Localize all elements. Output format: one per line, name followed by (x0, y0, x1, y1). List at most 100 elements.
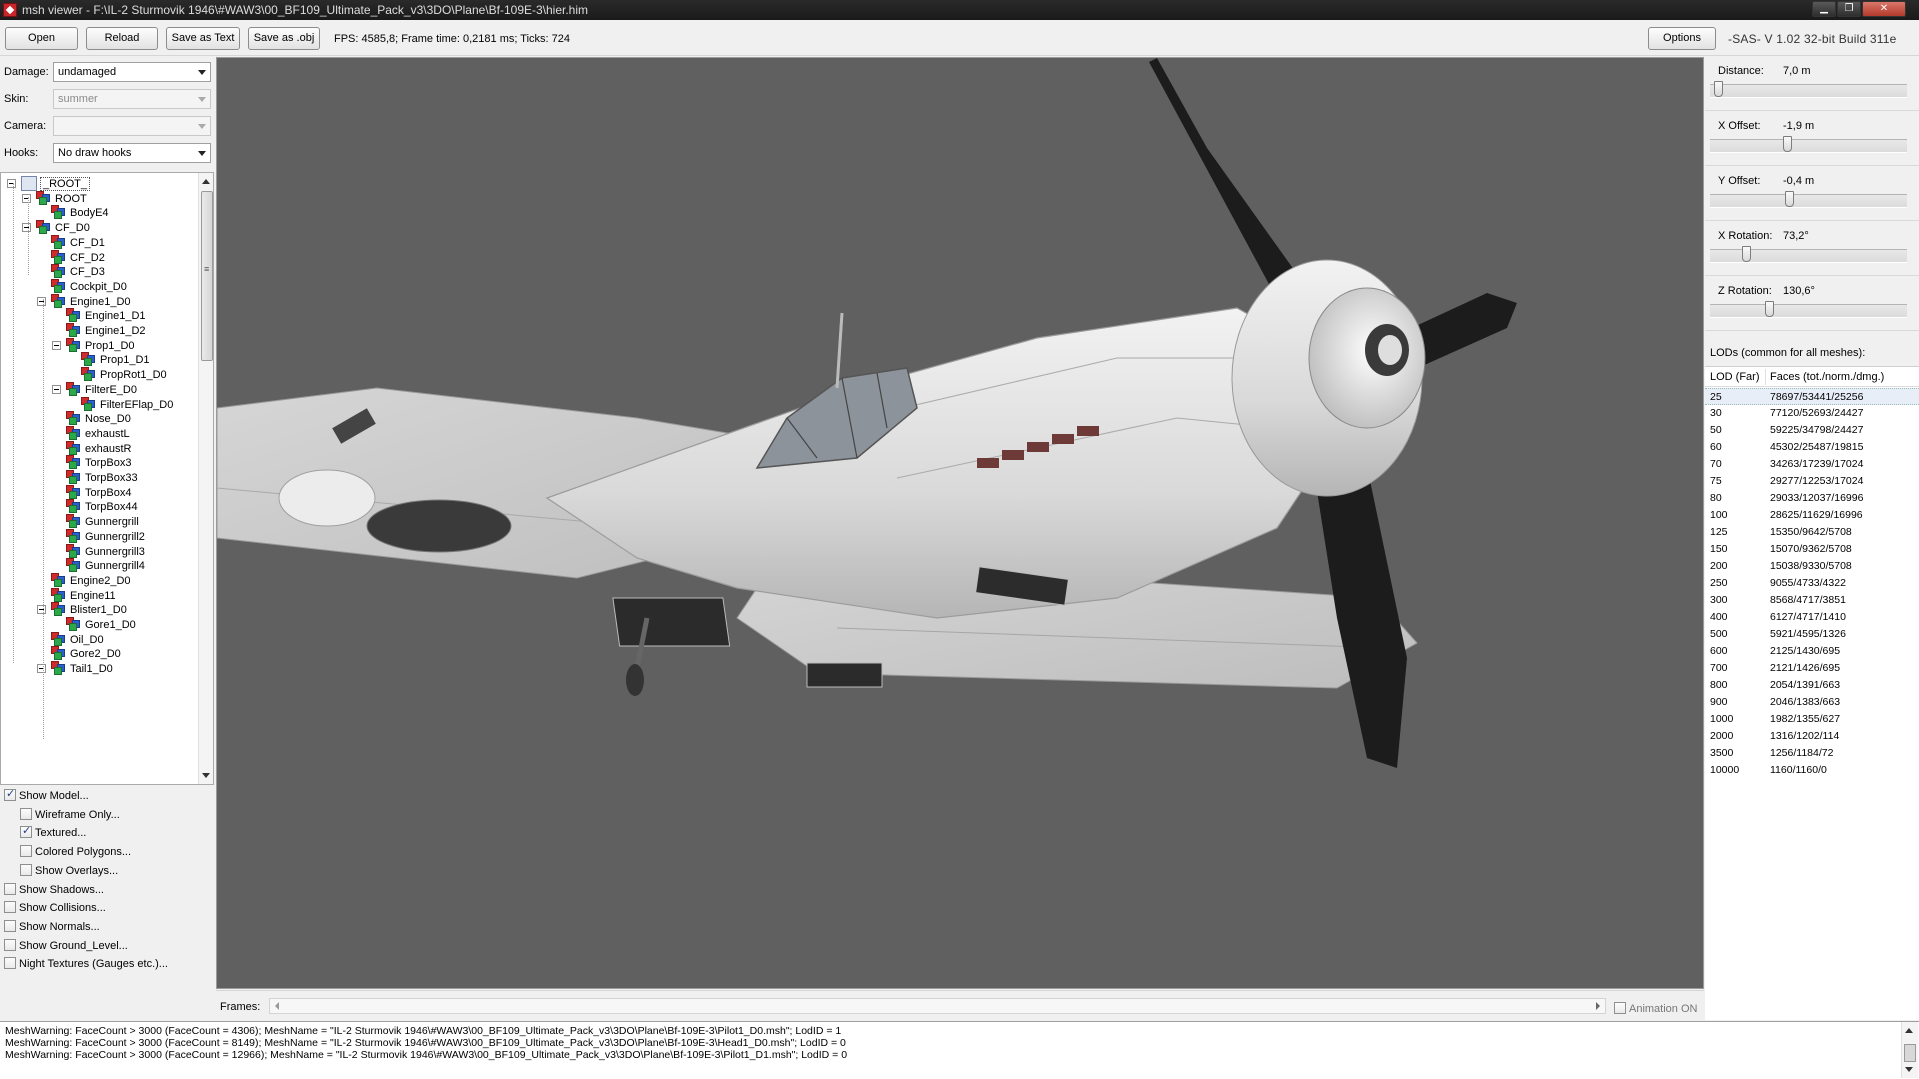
slider-thumb[interactable] (1713, 81, 1723, 97)
slider-track[interactable] (1710, 84, 1907, 98)
checkbox-box[interactable] (20, 863, 32, 876)
mesh-tree[interactable]: _ROOT_ ROOT BodyE4 CF_D0 CF_D1 CF_D2 CF_D3 Cock… (0, 172, 214, 785)
slider-thumb[interactable] (1764, 301, 1774, 317)
lod-row[interactable]: 200 15038/9330/5708 (1705, 558, 1919, 575)
lod-row[interactable]: 100 28625/11629/16996 (1705, 507, 1919, 524)
lod-row[interactable]: 75 29277/12253/17024 (1705, 473, 1919, 490)
maximize-button[interactable]: ❐ (1837, 1, 1861, 17)
camera-select[interactable] (53, 116, 211, 136)
skin-select[interactable]: summer (53, 89, 211, 109)
lod-row[interactable]: 1000 1982/1355/627 (1705, 711, 1919, 728)
lod-row[interactable]: 900 2046/1383/663 (1705, 694, 1919, 711)
scroll-down-icon[interactable] (202, 773, 210, 778)
checkbox-label: Night Textures (Gauges etc.)... (19, 958, 168, 971)
slider-track[interactable] (1710, 139, 1907, 153)
collapse-toggle-icon[interactable] (52, 340, 61, 350)
checkbox-box[interactable] (4, 957, 16, 970)
lod-row[interactable]: 10000 1160/1160/0 (1705, 762, 1919, 779)
scroll-right-icon[interactable] (1596, 1002, 1600, 1010)
open-button[interactable]: Open (5, 27, 78, 50)
options-button[interactable]: Options (1648, 27, 1716, 50)
tree-node-label: CF_D2 (70, 251, 105, 264)
scroll-down-icon[interactable] (1905, 1067, 1913, 1072)
divider (1705, 220, 1919, 221)
scroll-thumb[interactable] (201, 191, 213, 361)
slider-thumb[interactable] (1785, 191, 1795, 207)
slider-track[interactable] (1710, 194, 1907, 208)
lod-row[interactable]: 30 77120/52693/24427 (1705, 405, 1919, 422)
collapse-toggle-icon[interactable] (22, 193, 31, 203)
checkbox-label: Show Normals... (19, 920, 100, 933)
lod-row[interactable]: 150 15070/9362/5708 (1705, 541, 1919, 558)
collapse-toggle-icon[interactable] (37, 664, 46, 674)
col-faces-header[interactable]: Faces (tot./norm./dmg.) (1770, 371, 1884, 383)
slider-track[interactable] (1710, 249, 1907, 263)
lod-row[interactable]: 50 59225/34798/24427 (1705, 422, 1919, 439)
faces-cell: 1160/1160/0 (1770, 764, 1827, 776)
tree-scrollbar[interactable] (198, 173, 213, 784)
col-lod-header[interactable]: LOD (Far) (1710, 371, 1760, 383)
lod-row[interactable]: 300 8568/4717/3851 (1705, 592, 1919, 609)
lod-cell: 500 (1710, 628, 1728, 640)
tree-node-label: Blister1_D0 (70, 604, 127, 617)
lod-row[interactable]: 700 2121/1426/695 (1705, 660, 1919, 677)
checkbox-box[interactable] (4, 919, 16, 932)
lod-row[interactable]: 800 2054/1391/663 (1705, 677, 1919, 694)
scroll-up-icon[interactable] (202, 179, 210, 184)
log-panel[interactable]: MeshWarning: FaceCount > 3000 (FaceCount… (0, 1021, 1919, 1079)
collapse-toggle-icon[interactable] (7, 179, 16, 188)
lod-row[interactable]: 600 2125/1430/695 (1705, 643, 1919, 660)
lod-row[interactable]: 70 34263/17239/17024 (1705, 456, 1919, 473)
collapse-toggle-icon[interactable] (37, 296, 46, 306)
slider-track[interactable] (1710, 304, 1907, 318)
lod-row[interactable]: 125 15350/9642/5708 (1705, 524, 1919, 541)
hooks-select[interactable]: No draw hooks (53, 143, 211, 163)
save-as-text-button[interactable]: Save as Text (166, 27, 240, 50)
mesh-node-icon (66, 514, 82, 529)
collapse-toggle-icon[interactable] (37, 605, 46, 615)
checkbox-box[interactable] (4, 882, 16, 895)
lod-cell: 100 (1710, 509, 1728, 521)
lod-row[interactable]: 500 5921/4595/1326 (1705, 626, 1919, 643)
checkbox-box[interactable] (1614, 1002, 1626, 1014)
reload-button[interactable]: Reload (86, 27, 158, 50)
lod-row[interactable]: 60 45302/25487/19815 (1705, 439, 1919, 456)
log-scrollbar[interactable] (1901, 1022, 1918, 1078)
lod-cell: 600 (1710, 645, 1728, 657)
checkbox-box[interactable] (4, 938, 16, 951)
collapse-toggle-icon[interactable] (22, 223, 31, 233)
checkbox-box[interactable] (4, 901, 16, 914)
slider-label: X Offset: (1718, 120, 1761, 132)
mesh-node-icon (51, 234, 67, 250)
checkbox-box[interactable] (20, 807, 32, 820)
damage-select[interactable]: undamaged (53, 62, 211, 82)
minimize-button[interactable]: ▁ (1812, 1, 1836, 17)
tree-node-label: _ROOT_ (40, 177, 91, 191)
scroll-up-icon[interactable] (1905, 1028, 1913, 1033)
lod-table[interactable]: LOD (Far) Faces (tot./norm./dmg.) 25 7869… (1705, 366, 1919, 1020)
lod-row[interactable]: 25 78697/53441/25256 (1705, 388, 1919, 405)
slider-thumb[interactable] (1741, 246, 1751, 262)
collapse-toggle-icon[interactable] (52, 384, 61, 394)
lod-row[interactable]: 2000 1316/1202/114 (1705, 728, 1919, 745)
slider-group: X Offset: -1,9 m (1705, 112, 1919, 167)
checkbox-box[interactable] (20, 845, 32, 858)
checkbox-box[interactable] (20, 824, 32, 839)
lod-row[interactable]: 400 6127/4717/1410 (1705, 609, 1919, 626)
3d-viewport[interactable] (216, 57, 1704, 989)
slider-group: Distance: 7,0 m (1705, 57, 1919, 112)
scroll-thumb[interactable] (1904, 1044, 1916, 1062)
mesh-node-icon (66, 308, 82, 323)
slider-thumb[interactable] (1783, 136, 1793, 152)
frames-slider[interactable] (269, 998, 1606, 1014)
lod-row[interactable]: 250 9055/4733/4322 (1705, 575, 1919, 592)
lod-row[interactable]: 3500 1256/1184/72 (1705, 745, 1919, 762)
tree-guide-line (13, 183, 14, 663)
lod-row[interactable]: 80 29033/12037/16996 (1705, 490, 1919, 507)
scroll-left-icon[interactable] (275, 1002, 279, 1010)
lod-cell: 50 (1710, 424, 1722, 436)
checkbox-box[interactable] (4, 787, 16, 801)
log-line: MeshWarning: FaceCount > 3000 (FaceCount… (5, 1049, 848, 1061)
close-button[interactable]: ✕ (1862, 1, 1906, 17)
save-as-obj-button[interactable]: Save as .obj (248, 27, 320, 50)
